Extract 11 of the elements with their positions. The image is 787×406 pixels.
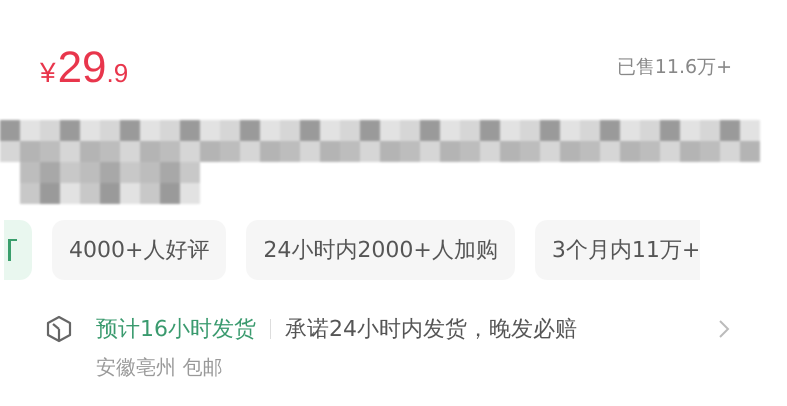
shipping-origin: 安徽亳州 包邮	[96, 354, 224, 381]
chevron-right-icon[interactable]	[717, 318, 731, 340]
package-icon	[44, 314, 74, 344]
price: ¥29.9	[40, 46, 128, 90]
shipping-estimate: 预计16小时发货	[96, 316, 256, 344]
tag: 3个月内11万+	[534, 220, 700, 280]
tag: 4000+人好评	[52, 220, 226, 280]
tag-edge	[4, 220, 32, 280]
shipping-promise: 承诺24小时内发货，晚发必赔	[285, 316, 577, 344]
sold-count: 已售11.6万+	[616, 55, 732, 80]
tag: 24小时内2000+人加购	[246, 220, 515, 280]
